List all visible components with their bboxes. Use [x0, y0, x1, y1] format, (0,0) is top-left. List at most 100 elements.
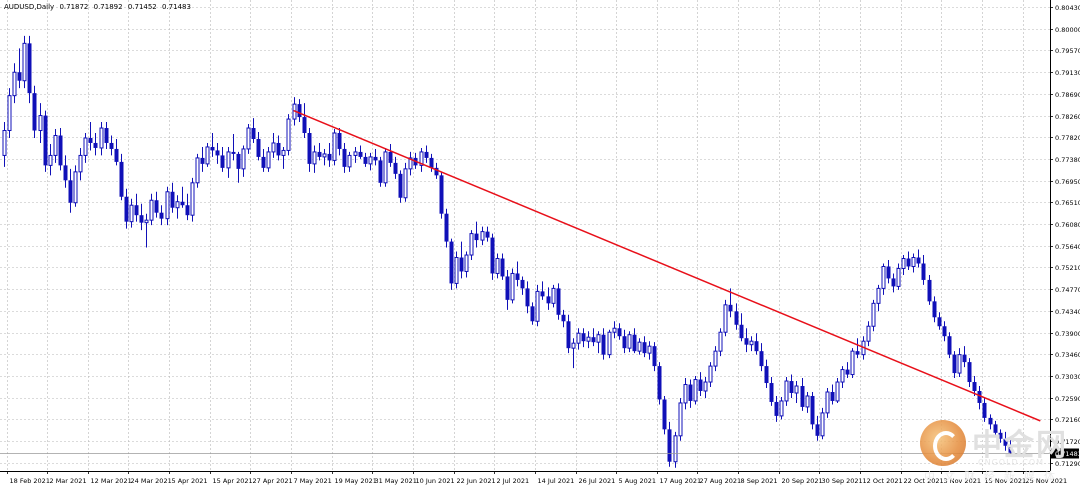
candle-body-down	[952, 354, 957, 374]
x-tick-label: 5 Aug 2021	[619, 477, 657, 485]
price-chart: 0.80430 0.80000 0.79570 0.79130 0.78690 0.782…	[0, 0, 1080, 491]
candle	[27, 35, 32, 104]
x-tick-label: 12 Oct 2021	[863, 477, 903, 485]
candle-body-down	[302, 117, 307, 134]
candle-body-down	[231, 151, 236, 154]
candle-body-up	[175, 201, 180, 209]
candle-body-down	[546, 296, 551, 304]
x-tick-label: 26 Jul 2021	[579, 477, 616, 485]
candle-body-up	[53, 134, 58, 156]
candle	[469, 230, 474, 261]
candle-body-down	[1003, 438, 1008, 446]
y-tick-label: 0.80430	[1055, 4, 1080, 12]
candle	[556, 283, 561, 320]
candle-body-down	[373, 156, 378, 161]
candle-body-down	[93, 142, 98, 148]
candle-body-down	[215, 150, 220, 156]
candle-body-up	[190, 182, 195, 216]
candle-body-up	[480, 231, 485, 241]
candle-body-up	[195, 157, 200, 184]
candle-body-down	[662, 399, 667, 430]
candle-body-down	[317, 151, 322, 157]
candle-body-down	[58, 135, 63, 166]
candle-body-down	[937, 317, 942, 327]
candle-body-down	[591, 337, 596, 343]
x-tick-label: 30 Sep 2021	[822, 477, 863, 485]
candle-body-down	[444, 213, 449, 242]
candle-body-up	[718, 331, 723, 352]
candle-body-down	[114, 148, 119, 162]
candle-body-down	[744, 338, 749, 345]
x-tick-label: 27 Aug 2021	[700, 477, 742, 485]
current-price-label: 0.71483	[1055, 450, 1080, 458]
candle-body-up	[571, 342, 576, 349]
candle-body-down	[474, 233, 479, 241]
candle-body-up	[286, 118, 291, 151]
candle-body-up	[647, 345, 652, 354]
candle-body-down	[88, 137, 93, 143]
candle-body-up	[586, 336, 591, 342]
y-tick-label: 0.76080	[1055, 221, 1080, 229]
y-tick-label: 0.72160	[1055, 416, 1080, 424]
candle-body-down	[276, 142, 281, 156]
candle-body-down	[540, 291, 545, 297]
candle-body-up	[535, 290, 540, 322]
candle-body-down	[159, 212, 164, 219]
candle-body-down	[525, 288, 530, 307]
x-tick-label: 2 Mar 2021	[50, 477, 87, 485]
candle-body-down	[906, 258, 911, 267]
candle-body-up	[149, 199, 154, 221]
candle-body-down	[27, 43, 32, 94]
candle-body-up	[165, 191, 170, 220]
candle	[607, 329, 612, 359]
candle-body-down	[154, 200, 159, 213]
x-tick-label: 7 May 2021	[294, 477, 332, 485]
candle-body-up	[281, 149, 286, 156]
candle-body-up	[779, 400, 784, 417]
candle-body-up	[353, 151, 358, 156]
candle-body-up	[866, 325, 871, 342]
candle-body-up	[99, 127, 104, 149]
candle-body-up	[241, 148, 246, 170]
y-tick-label: 0.77380	[1055, 156, 1080, 164]
candle-body-down	[800, 386, 805, 407]
candle-body-up	[713, 350, 718, 367]
candle	[378, 156, 383, 187]
candle-body-up	[22, 42, 27, 82]
candle-body-down	[515, 273, 520, 280]
candle-body-up	[495, 258, 500, 274]
x-tick-label: 15 Nov 2021	[985, 477, 1027, 485]
candle-body-down	[363, 156, 368, 164]
y-tick-label: 0.71720	[1055, 438, 1080, 446]
candle-body-down	[921, 263, 926, 280]
candle	[73, 165, 78, 207]
candle-body-down	[886, 266, 891, 279]
candle-body-up	[12, 71, 17, 97]
candle	[850, 348, 855, 379]
candle-body-down	[845, 369, 850, 375]
candle-body-down	[185, 205, 190, 216]
candle	[820, 407, 825, 440]
candle-body-down	[505, 276, 510, 300]
candle-body-down	[530, 306, 535, 322]
candle	[662, 395, 667, 435]
x-tick-label: 20 Sep 2021	[782, 477, 823, 485]
candle-body-up	[576, 332, 581, 344]
x-tick-label: 31 May 2021	[375, 477, 417, 485]
candle	[383, 147, 388, 187]
candle-body-down	[297, 104, 302, 118]
y-tick-label: 0.76950	[1055, 178, 1080, 186]
open-value: 0.71872	[59, 3, 89, 11]
candle	[871, 299, 876, 332]
candle-body-down	[134, 205, 139, 216]
candle-body-down	[104, 128, 109, 143]
x-tick-label: 17 Aug 2021	[660, 477, 702, 485]
candle-body-up	[205, 146, 210, 165]
candle-body-down	[449, 241, 454, 284]
candle-body-up	[825, 391, 830, 414]
y-tick-label: 0.79570	[1055, 47, 1080, 55]
y-tick-label: 0.73030	[1055, 373, 1080, 381]
x-tick-label: 15 Apr 2021	[213, 477, 253, 485]
y-tick-label: 0.73460	[1055, 351, 1080, 359]
candle-body-up	[678, 402, 683, 437]
